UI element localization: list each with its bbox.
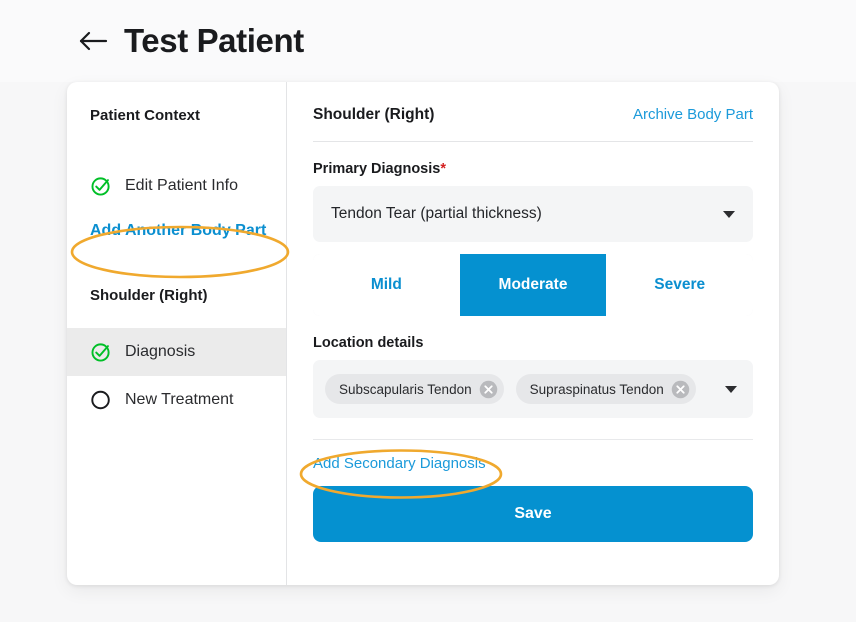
page-title: Test Patient xyxy=(124,22,304,59)
patient-card: Patient Context Edit Patient Info Add An… xyxy=(67,82,779,585)
check-circle-icon xyxy=(91,343,110,362)
content-header: Shoulder (Right) Archive Body Part xyxy=(313,106,753,142)
archive-body-part-link[interactable]: Archive Body Part xyxy=(633,106,753,123)
location-details-multiselect[interactable]: Subscapularis Tendon Supraspinatus Tendo… xyxy=(313,360,753,418)
sidebar-item-label: Edit Patient Info xyxy=(125,177,238,194)
sidebar-heading-shoulder-right: Shoulder (Right) xyxy=(90,287,208,304)
location-chip-label: Supraspinatus Tendon xyxy=(529,381,664,397)
location-chip: Subscapularis Tendon xyxy=(325,374,504,404)
sidebar-item-new-treatment[interactable]: New Treatment xyxy=(67,376,286,424)
empty-circle-icon xyxy=(91,390,110,410)
content-title: Shoulder (Right) xyxy=(313,106,435,123)
check-circle-icon xyxy=(91,177,110,196)
sidebar: Patient Context Edit Patient Info Add An… xyxy=(67,82,287,585)
sidebar-item-diagnosis[interactable]: Diagnosis xyxy=(67,328,286,376)
page-header: Test Patient xyxy=(0,0,856,82)
severity-option-severe[interactable]: Severe xyxy=(606,254,753,316)
sidebar-item-label: New Treatment xyxy=(125,391,234,408)
primary-diagnosis-value: Tendon Tear (partial thickness) xyxy=(331,205,542,222)
primary-diagnosis-label-text: Primary Diagnosis xyxy=(313,161,441,177)
severity-segmented-control: Mild Moderate Severe xyxy=(313,254,753,316)
save-button-label: Save xyxy=(514,505,552,522)
back-arrow-icon[interactable] xyxy=(78,25,110,57)
chevron-down-icon xyxy=(725,385,737,393)
sidebar-item-label: Diagnosis xyxy=(125,343,196,360)
sidebar-item-edit-patient-info[interactable]: Edit Patient Info xyxy=(67,162,286,210)
remove-circle-icon[interactable] xyxy=(671,380,690,399)
location-details-label: Location details xyxy=(313,335,424,351)
location-chip: Supraspinatus Tendon xyxy=(515,374,696,404)
primary-diagnosis-select[interactable]: Tendon Tear (partial thickness) xyxy=(313,186,753,242)
save-button[interactable]: Save xyxy=(313,486,753,542)
severity-option-mild[interactable]: Mild xyxy=(313,254,460,316)
remove-circle-icon[interactable] xyxy=(479,380,498,399)
sidebar-heading-patient-context: Patient Context xyxy=(90,107,201,124)
sidebar-item-add-another-body-part[interactable]: Add Another Body Part xyxy=(67,210,286,252)
chevron-down-icon xyxy=(723,210,735,218)
content-panel: Shoulder (Right) Archive Body Part Prima… xyxy=(287,82,779,585)
location-chip-label: Subscapularis Tendon xyxy=(339,381,472,397)
severity-option-moderate[interactable]: Moderate xyxy=(459,254,607,316)
section-divider xyxy=(313,439,753,440)
add-secondary-diagnosis-link[interactable]: Add Secondary Diagnosis xyxy=(313,455,486,472)
required-asterisk: * xyxy=(440,161,446,177)
primary-diagnosis-label: Primary Diagnosis* xyxy=(313,161,753,177)
